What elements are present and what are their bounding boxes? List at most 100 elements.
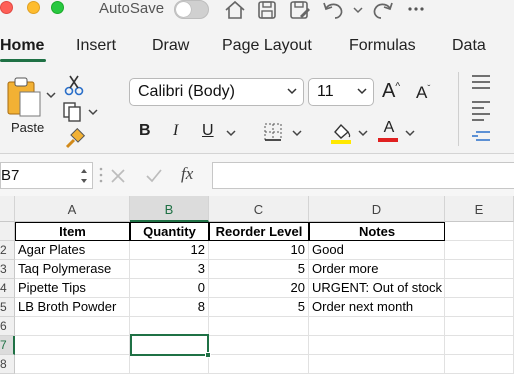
decrease-font-size-button[interactable]: Aˇ — [416, 83, 430, 103]
column-header-d[interactable]: D — [309, 196, 445, 222]
table-cell[interactable]: Good — [309, 241, 445, 260]
row-header-5[interactable]: 5 — [0, 298, 15, 317]
table-cell[interactable]: 5 — [209, 260, 309, 279]
header-cell-notes[interactable]: Notes — [309, 222, 445, 241]
fill-handle[interactable] — [205, 352, 211, 358]
table-cell[interactable] — [445, 279, 514, 298]
paste-dropdown-chevron-icon[interactable] — [46, 90, 56, 100]
table-cell[interactable]: Agar Plates — [15, 241, 130, 260]
table-cell[interactable] — [309, 355, 445, 374]
name-box-stepper-icon[interactable] — [80, 166, 88, 186]
table-cell[interactable]: Pipette Tips — [15, 279, 130, 298]
row-header-7[interactable]: 7 — [0, 336, 15, 355]
table-cell[interactable]: 20 — [209, 279, 309, 298]
copy-icon[interactable] — [62, 101, 84, 123]
underline-dropdown-chevron-icon[interactable] — [226, 128, 236, 138]
formula-input[interactable] — [212, 162, 514, 189]
column-header-b[interactable]: B — [130, 196, 209, 222]
table-cell[interactable]: Taq Polymerase — [15, 260, 130, 279]
font-color-dropdown-chevron-icon[interactable] — [405, 128, 415, 138]
fill-color-dropdown-chevron-icon[interactable] — [358, 128, 368, 138]
table-cell[interactable] — [445, 222, 514, 241]
cut-icon[interactable] — [64, 74, 84, 96]
format-painter-icon[interactable] — [64, 128, 86, 150]
row-header-1[interactable] — [0, 222, 15, 241]
zoom-window-button[interactable] — [51, 1, 64, 14]
tab-draw[interactable]: Draw — [152, 37, 189, 55]
alignment-icons[interactable] — [470, 74, 514, 146]
undo-icon[interactable] — [322, 0, 346, 20]
redo-icon[interactable] — [372, 0, 394, 20]
font-color-button[interactable]: A — [378, 119, 400, 142]
header-cell-reorder-level[interactable]: Reorder Level — [209, 222, 309, 241]
table-cell[interactable] — [15, 317, 130, 336]
table-cell[interactable]: Order more — [309, 260, 445, 279]
row-header-3[interactable]: 3 — [0, 260, 15, 279]
cancel-edit-icon[interactable] — [110, 168, 126, 184]
ribbon-home-panel: Paste Calibri (Body) 11 A^ Aˇ B I U A — [0, 64, 514, 154]
bold-button[interactable]: B — [139, 122, 151, 140]
table-cell[interactable] — [445, 317, 514, 336]
header-cell-item[interactable]: Item — [15, 222, 130, 241]
save-as-icon[interactable] — [288, 0, 312, 20]
table-cell[interactable]: URGENT: Out of stock — [309, 279, 445, 298]
table-cell[interactable]: 0 — [130, 279, 209, 298]
table-cell[interactable] — [445, 241, 514, 260]
column-header-a[interactable]: A — [15, 196, 130, 222]
table-cell[interactable] — [445, 336, 514, 355]
table-cell[interactable]: 10 — [209, 241, 309, 260]
tab-formulas[interactable]: Formulas — [349, 37, 416, 55]
tab-data[interactable]: Data — [452, 37, 486, 55]
borders-icon[interactable] — [263, 122, 285, 142]
row-header-6[interactable]: 6 — [0, 317, 15, 336]
table-cell[interactable]: LB Broth Powder — [15, 298, 130, 317]
row-header-8[interactable]: 8 — [0, 355, 15, 374]
copy-dropdown-chevron-icon[interactable] — [88, 107, 98, 117]
save-icon[interactable] — [256, 0, 278, 20]
table-cell[interactable]: 3 — [130, 260, 209, 279]
increase-font-size-button[interactable]: A^ — [382, 80, 400, 103]
fill-color-icon[interactable] — [329, 120, 353, 146]
minimize-window-button[interactable] — [27, 1, 40, 14]
column-header-e[interactable]: E — [445, 196, 514, 222]
home-icon[interactable] — [224, 0, 246, 20]
table-cell[interactable] — [445, 298, 514, 317]
autosave-toggle[interactable] — [174, 0, 209, 19]
name-box[interactable]: B7 — [0, 162, 93, 189]
italic-button[interactable]: I — [173, 122, 178, 140]
header-cell-quantity[interactable]: Quantity — [130, 222, 209, 241]
more-options-icon[interactable] — [406, 0, 426, 20]
table-cell[interactable]: 5 — [209, 298, 309, 317]
toggle-knob — [176, 2, 191, 17]
table-cell[interactable] — [445, 355, 514, 374]
table-cell[interactable] — [309, 317, 445, 336]
select-all-corner[interactable] — [0, 196, 15, 222]
tab-insert[interactable]: Insert — [76, 37, 116, 55]
table-cell[interactable] — [130, 355, 209, 374]
table-cell[interactable] — [209, 317, 309, 336]
confirm-edit-icon[interactable] — [145, 168, 163, 184]
paste-icon[interactable] — [6, 76, 44, 118]
undo-dropdown-chevron-icon[interactable] — [352, 0, 364, 20]
worksheet-grid[interactable]: A B C D E 2 3 4 5 6 7 8 Item Quantity Re… — [0, 196, 514, 386]
table-cell[interactable] — [445, 260, 514, 279]
row-header-2[interactable]: 2 — [0, 241, 15, 260]
table-cell[interactable] — [15, 355, 130, 374]
font-size-select[interactable]: 11 — [308, 78, 374, 106]
font-family-select[interactable]: Calibri (Body) — [129, 78, 304, 106]
insert-function-button[interactable]: fx — [181, 164, 193, 184]
column-header-c[interactable]: C — [209, 196, 309, 222]
underline-button[interactable]: U — [202, 122, 214, 140]
row-header-4[interactable]: 4 — [0, 279, 15, 298]
table-cell[interactable]: Order next month — [309, 298, 445, 317]
tab-page-layout[interactable]: Page Layout — [222, 37, 312, 55]
table-cell[interactable] — [15, 336, 130, 355]
table-cell[interactable]: 8 — [130, 298, 209, 317]
table-cell[interactable] — [209, 355, 309, 374]
table-cell[interactable] — [309, 336, 445, 355]
tab-home[interactable]: Home — [0, 37, 44, 55]
close-window-button[interactable] — [0, 1, 13, 14]
table-cell[interactable] — [209, 336, 309, 355]
table-cell[interactable]: 12 — [130, 241, 209, 260]
borders-dropdown-chevron-icon[interactable] — [292, 128, 302, 138]
